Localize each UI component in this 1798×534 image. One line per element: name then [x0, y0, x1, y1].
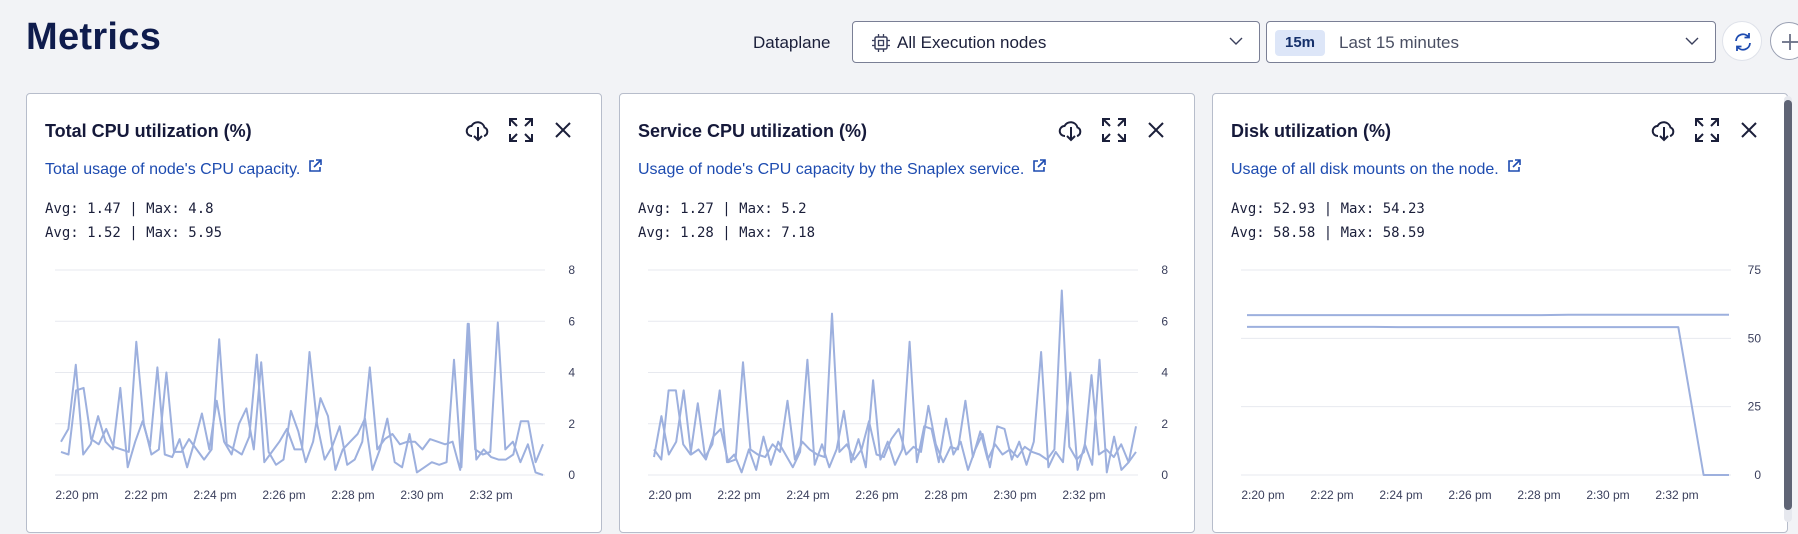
y-tick-label: 2: [1161, 417, 1168, 431]
card-description: Usage of all disk mounts on the node.: [1231, 161, 1499, 178]
download-icon[interactable]: [1057, 116, 1085, 144]
series-line: [1247, 327, 1729, 475]
time-range-value: Last 15 minutes: [1339, 33, 1459, 53]
card-tools: [1640, 116, 1763, 146]
y-tick-label: 0: [1161, 468, 1168, 482]
x-tick-label: 2:30 pm: [993, 488, 1036, 502]
chevron-down-icon: [1685, 36, 1699, 46]
close-icon[interactable]: [1142, 116, 1170, 144]
external-link-icon: [1032, 159, 1046, 173]
x-tick-label: 2:24 pm: [1379, 488, 1422, 502]
x-tick-label: 2:32 pm: [1062, 488, 1105, 502]
expand-icon[interactable]: [507, 116, 535, 144]
x-tick-label: 2:26 pm: [855, 488, 898, 502]
page-title: Metrics: [26, 16, 161, 59]
y-tick-label: 4: [1161, 366, 1168, 380]
stats-line: Avg: 58.58 | Max: 58.59: [1231, 221, 1425, 245]
line-chart: 0 2 4 6 8 2:20 pm 2:22 pm 2:24 pm 2:26 pm 2:28 pm…: [27, 250, 603, 534]
y-tick-label: 0: [1754, 468, 1761, 482]
x-tick-label: 2:20 pm: [1241, 488, 1284, 502]
time-range-badge: 15m: [1275, 30, 1325, 56]
card-description-link[interactable]: Usage of all disk mounts on the node.: [1231, 159, 1521, 179]
external-link-icon: [1507, 159, 1521, 173]
x-tick-label: 2:26 pm: [1448, 488, 1491, 502]
x-tick-label: 2:20 pm: [648, 488, 691, 502]
x-tick-label: 2:28 pm: [1517, 488, 1560, 502]
y-tick-label: 2: [568, 417, 575, 431]
y-tick-label: 25: [1748, 400, 1762, 414]
stats-line: Avg: 1.27 | Max: 5.2: [638, 197, 815, 221]
refresh-icon: [1731, 30, 1755, 54]
y-tick-label: 0: [568, 468, 575, 482]
chevron-down-icon: [1229, 36, 1243, 46]
time-range-select[interactable]: 15m Last 15 minutes: [1266, 21, 1716, 63]
card-title: Disk utilization (%): [1231, 121, 1391, 142]
external-link-icon: [308, 159, 322, 173]
download-icon[interactable]: [464, 116, 492, 144]
stats-line: Avg: 1.28 | Max: 7.18: [638, 221, 815, 245]
y-tick-label: 6: [568, 314, 575, 328]
card-stats: Avg: 1.27 | Max: 5.2Avg: 1.28 | Max: 7.1…: [638, 197, 815, 245]
expand-icon[interactable]: [1693, 116, 1721, 144]
y-tick-label: 8: [568, 263, 575, 277]
y-tick-label: 6: [1161, 314, 1168, 328]
card-title: Total CPU utilization (%): [45, 121, 252, 142]
series-line: [654, 291, 1136, 463]
dataplane-label: Dataplane: [753, 33, 831, 53]
cpu-chip-icon: [871, 33, 891, 53]
close-icon[interactable]: [1735, 116, 1763, 144]
x-tick-label: 2:22 pm: [1310, 488, 1353, 502]
x-tick-label: 2:28 pm: [924, 488, 967, 502]
x-tick-label: 2:20 pm: [55, 488, 98, 502]
card-stats: Avg: 1.47 | Max: 4.8Avg: 1.52 | Max: 5.9…: [45, 197, 222, 245]
x-tick-label: 2:24 pm: [193, 488, 236, 502]
stats-line: Avg: 1.52 | Max: 5.95: [45, 221, 222, 245]
metric-card: Service CPU utilization (%) Usage of nod…: [619, 93, 1195, 533]
refresh-button[interactable]: [1722, 21, 1762, 61]
line-chart: 0 25 50 75 2:20 pm 2:22 pm 2:24 pm 2:26 pm 2:28 …: [1213, 250, 1789, 534]
header: Metrics Dataplane All Execution nodes 15…: [0, 0, 1798, 88]
add-circle-icon: [1779, 31, 1798, 53]
scrollbar-thumb[interactable]: [1784, 100, 1792, 510]
card-tools: [454, 116, 577, 146]
series-line: [654, 342, 1136, 473]
x-tick-label: 2:32 pm: [469, 488, 512, 502]
execution-nodes-value: All Execution nodes: [897, 33, 1046, 53]
page-scrollbar[interactable]: [1784, 96, 1792, 522]
expand-icon[interactable]: [1100, 116, 1128, 144]
card-stats: Avg: 52.93 | Max: 54.23Avg: 58.58 | Max:…: [1231, 197, 1425, 245]
card-description: Total usage of node's CPU capacity.: [45, 161, 300, 178]
x-tick-label: 2:22 pm: [717, 488, 760, 502]
x-tick-label: 2:26 pm: [262, 488, 305, 502]
x-tick-label: 2:22 pm: [124, 488, 167, 502]
x-tick-label: 2:28 pm: [331, 488, 374, 502]
y-tick-label: 8: [1161, 263, 1168, 277]
card-description: Usage of node's CPU capacity by the Snap…: [638, 161, 1024, 178]
metric-card: Disk utilization (%) Usage of all disk m…: [1212, 93, 1788, 533]
line-chart: 0 2 4 6 8 2:20 pm 2:22 pm 2:24 pm 2:26 pm 2:28 pm…: [620, 250, 1196, 534]
close-icon[interactable]: [549, 116, 577, 144]
y-tick-label: 4: [568, 366, 575, 380]
x-tick-label: 2:24 pm: [786, 488, 829, 502]
execution-nodes-select[interactable]: All Execution nodes: [852, 21, 1260, 63]
x-tick-label: 2:30 pm: [1586, 488, 1629, 502]
x-tick-label: 2:30 pm: [400, 488, 443, 502]
stats-line: Avg: 1.47 | Max: 4.8: [45, 197, 222, 221]
card-tools: [1047, 116, 1170, 146]
y-tick-label: 75: [1748, 263, 1762, 277]
download-icon[interactable]: [1650, 116, 1678, 144]
stats-line: Avg: 52.93 | Max: 54.23: [1231, 197, 1425, 221]
card-title: Service CPU utilization (%): [638, 121, 867, 142]
y-tick-label: 50: [1748, 331, 1762, 345]
metric-card: Total CPU utilization (%) Total usage of…: [26, 93, 602, 533]
card-description-link[interactable]: Usage of node's CPU capacity by the Snap…: [638, 159, 1046, 179]
x-tick-label: 2:32 pm: [1655, 488, 1698, 502]
card-description-link[interactable]: Total usage of node's CPU capacity.: [45, 159, 322, 179]
add-button[interactable]: [1770, 22, 1798, 60]
